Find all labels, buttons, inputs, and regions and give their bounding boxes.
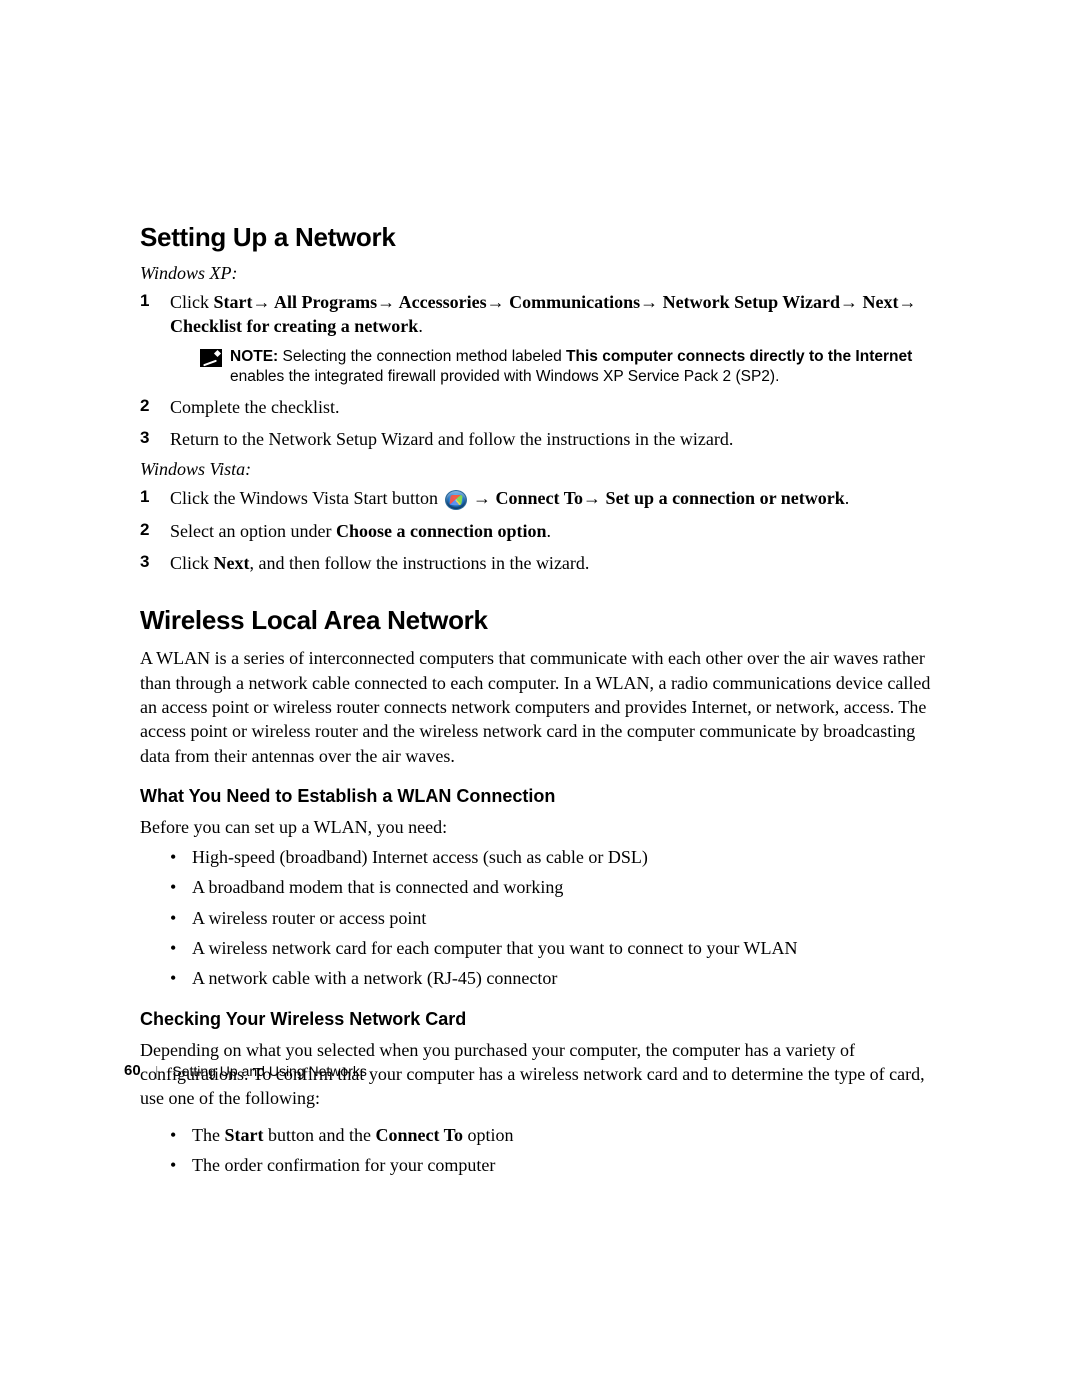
text: Click the Windows Vista Start button	[170, 488, 443, 508]
text: , and then follow the instructions in th…	[249, 553, 589, 573]
heading-wlan: Wireless Local Area Network	[140, 605, 940, 636]
page-number: 60	[124, 1062, 141, 1079]
text: .	[845, 488, 850, 508]
text: Selecting the connection method labeled	[283, 348, 567, 365]
bold-text: Connect To	[375, 1125, 463, 1145]
bold-text: Choose a connection option	[336, 521, 547, 541]
note-text: NOTE: Selecting the connection method la…	[230, 347, 940, 387]
list-item: A wireless network card for each compute…	[170, 936, 940, 960]
wlan-paragraph: A WLAN is a series of interconnected com…	[140, 646, 940, 767]
step-number: 1	[140, 290, 149, 313]
wlan-needs-list: High-speed (broadband) Internet access (…	[140, 845, 940, 990]
list-item: A wireless router or access point	[170, 906, 940, 930]
xp-step-3: 3 Return to the Network Setup Wizard and…	[140, 427, 940, 451]
footer-separator: |	[155, 1063, 159, 1079]
list-item: A network cable with a network (RJ-45) c…	[170, 966, 940, 990]
text: Click	[170, 292, 214, 312]
list-item: High-speed (broadband) Internet access (…	[170, 845, 940, 869]
note-label: NOTE:	[230, 348, 283, 365]
bold-text: Next	[214, 553, 250, 573]
xp-step-2: 2 Complete the checklist.	[140, 395, 940, 419]
step-number: 3	[140, 551, 149, 574]
text: Click	[170, 553, 214, 573]
subheading-wlan-needs: What You Need to Establish a WLAN Connec…	[140, 786, 940, 807]
note-bold: This computer connects directly to the I…	[566, 348, 912, 365]
step-number: 2	[140, 519, 149, 542]
checking-card-list: The Start button and the Connect To opti…	[140, 1123, 940, 1178]
text: Return to the Network Setup Wizard and f…	[170, 429, 733, 449]
vista-start-icon	[445, 490, 467, 510]
vista-step-1: 1 Click the Windows Vista Start button →…	[140, 486, 940, 510]
text: enables the integrated firewall provided…	[230, 368, 779, 385]
step-number: 3	[140, 427, 149, 450]
text: .	[546, 521, 551, 541]
step-number: 1	[140, 486, 149, 509]
vista-step-3: 3 Click Next, and then follow the instru…	[140, 551, 940, 575]
note-block: NOTE: Selecting the connection method la…	[170, 347, 940, 387]
subheading-checking-card: Checking Your Wireless Network Card	[140, 1009, 940, 1030]
step-number: 2	[140, 395, 149, 418]
text: The	[192, 1125, 224, 1145]
text: Select an option under	[170, 521, 336, 541]
vista-step-2: 2 Select an option under Choose a connec…	[140, 519, 940, 543]
list-item: A broadband modem that is connected and …	[170, 875, 940, 899]
wlan-needs-intro: Before you can set up a WLAN, you need:	[140, 815, 940, 839]
vista-steps: 1 Click the Windows Vista Start button →…	[140, 486, 940, 575]
menu-path: Start→ All Programs→ Accessories→ Commun…	[170, 292, 916, 336]
text: button and the	[263, 1125, 375, 1145]
page-footer: 60 | Setting Up and Using Networks	[124, 1062, 367, 1079]
list-item: The Start button and the Connect To opti…	[170, 1123, 940, 1147]
list-item: The order confirmation for your computer	[170, 1153, 940, 1177]
xp-steps: 1 Click Start→ All Programs→ Accessories…	[140, 290, 940, 451]
menu-path: → Connect To→ Set up a connection or net…	[469, 488, 845, 508]
os-label-xp: Windows XP:	[140, 263, 940, 284]
text: .	[418, 316, 423, 336]
page-content: Setting Up a Network Windows XP: 1 Click…	[140, 222, 940, 1183]
os-label-vista: Windows Vista:	[140, 459, 940, 480]
footer-section: Setting Up and Using Networks	[172, 1063, 367, 1079]
xp-step-1: 1 Click Start→ All Programs→ Accessories…	[140, 290, 940, 387]
text: Complete the checklist.	[170, 397, 339, 417]
bold-text: Start	[224, 1125, 263, 1145]
text: option	[463, 1125, 514, 1145]
heading-setting-up-network: Setting Up a Network	[140, 222, 940, 253]
note-icon	[200, 349, 222, 367]
